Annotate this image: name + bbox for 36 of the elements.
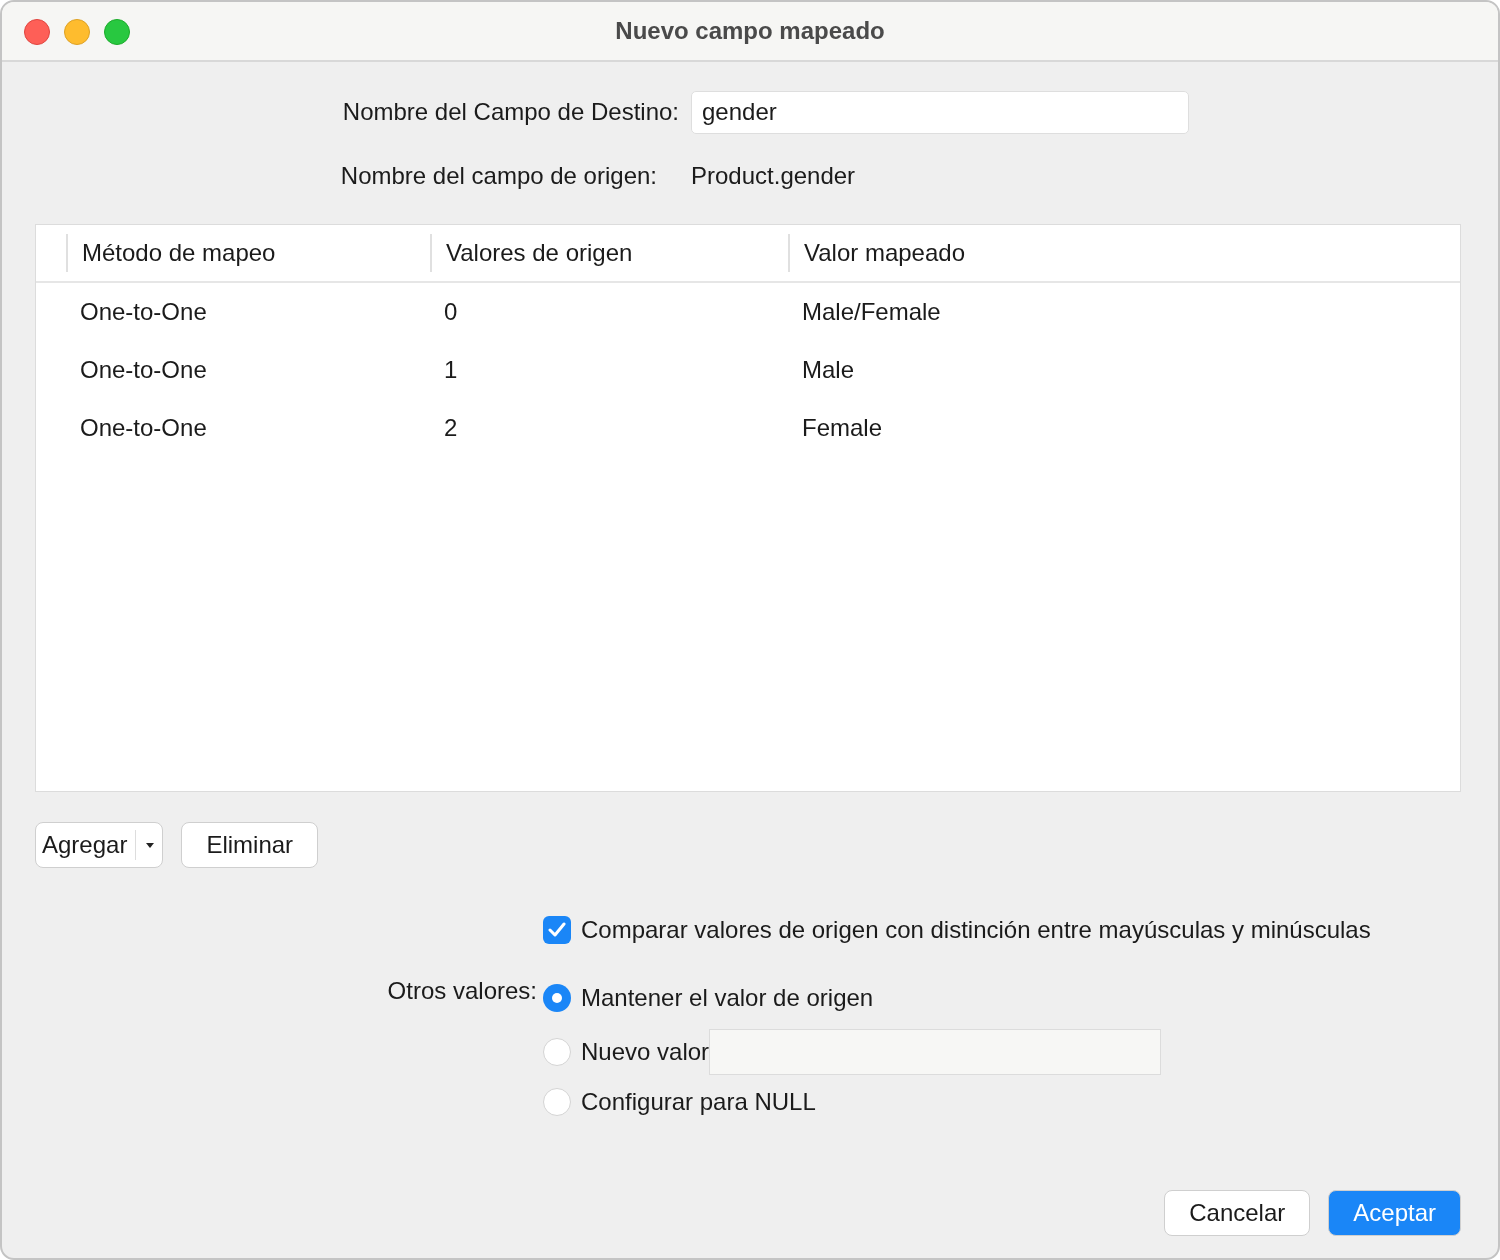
minimize-button[interactable]	[64, 19, 90, 45]
new-value-input[interactable]	[709, 1029, 1162, 1075]
table-cell-text: One-to-One	[79, 414, 208, 442]
cancel-button[interactable]: Cancelar	[1164, 1190, 1311, 1236]
radio-label: Nuevo valor	[581, 1038, 710, 1066]
column-header[interactable]: Valores de origen	[430, 234, 788, 272]
table-cell-text: Male/Female	[801, 298, 942, 326]
other-values-label: Otros valores:	[386, 977, 538, 1005]
radio-button[interactable]	[543, 1088, 571, 1116]
add-split-button[interactable]: Agregar	[35, 822, 164, 868]
table-cell-text: 1	[443, 356, 459, 384]
radio-button[interactable]	[543, 1038, 571, 1066]
zoom-button[interactable]	[104, 19, 130, 45]
checkmark-icon	[548, 922, 566, 938]
remove-button[interactable]: Eliminar	[181, 822, 319, 868]
radio-label: Configurar para NULL	[581, 1088, 816, 1116]
column-header[interactable]: Valor mapeado	[788, 234, 1460, 272]
target-field-input[interactable]: gender	[691, 90, 1189, 134]
radio-button[interactable]	[543, 984, 571, 1012]
table-cell-text: 2	[443, 414, 459, 442]
checkbox[interactable]	[543, 916, 571, 944]
column-header[interactable]: Método de mapeo	[66, 234, 430, 272]
caret-icon	[144, 841, 157, 849]
window-title: Nuevo campo mapeado	[615, 17, 885, 45]
field-value: Product.gender	[691, 162, 856, 190]
field-label: Nombre del Campo de Destino:	[341, 98, 679, 126]
radio-label: Mantener el valor de origen	[581, 984, 874, 1012]
field-label: Nombre del campo de origen:	[339, 162, 657, 190]
table-cell-text: Male	[801, 356, 856, 384]
table-cell-text: One-to-One	[79, 298, 208, 326]
accept-button[interactable]: Aceptar	[1328, 1190, 1461, 1236]
checkbox-label: Comparar valores de origen con distinción entre mayúsculas y minúsculas	[581, 916, 1371, 944]
close-button[interactable]	[24, 19, 50, 45]
table-cell-text: Female	[801, 414, 884, 442]
table-cell-text: 0	[443, 298, 459, 326]
table-cell-text: One-to-One	[79, 356, 208, 384]
